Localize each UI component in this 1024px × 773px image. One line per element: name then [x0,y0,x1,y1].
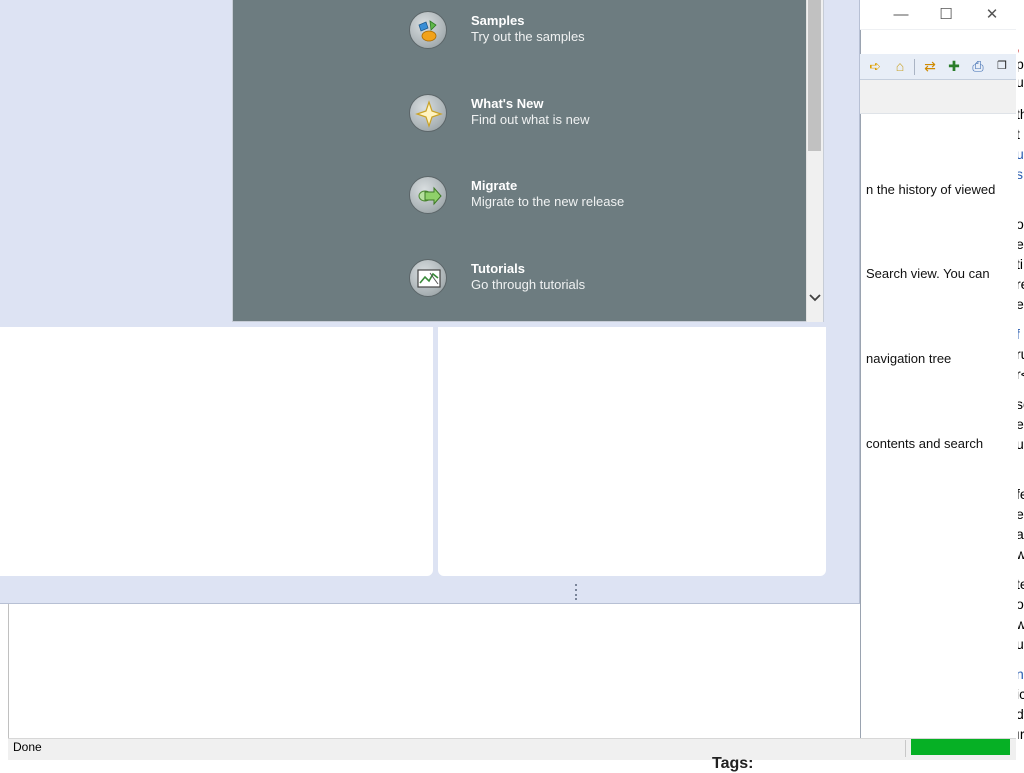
right-panel [438,327,826,576]
restore-view-icon[interactable]: ❐ [993,57,1011,75]
tags-label: Tags: [712,755,754,772]
add-bookmark-icon[interactable]: ✚ [945,57,963,75]
scrollbar-thumb[interactable] [808,0,821,151]
help-toolbar: ➪ ⌂ ⇄ ✚ ⎙ ❐ [860,54,1016,80]
chevron-down-icon[interactable] [806,287,823,307]
whats-new-icon [409,94,447,132]
help-text-line: n the history of viewed [866,182,996,197]
welcome-page: Samples Try out the samples What's New F… [232,0,824,322]
item-description: Go through tutorials [471,277,586,292]
progress-bar [911,739,1010,755]
help-text-line: Search view. You can [866,266,990,281]
left-panel [0,327,433,576]
help-text-line: contents and search [866,436,984,451]
migrate-icon [409,176,447,214]
item-title: Migrate [471,178,518,193]
maximize-button[interactable]: ☐ [935,4,957,26]
item-title: What's New [471,96,544,111]
tutorials-icon [409,259,447,297]
help-subheader [860,80,1016,114]
item-description: Try out the samples [471,29,585,44]
sync-toc-icon[interactable]: ⇄ [921,57,939,75]
window-border [8,604,9,760]
toolbar-separator [914,59,915,75]
item-description: Migrate to the new release [471,194,625,209]
home-icon[interactable]: ⌂ [891,57,909,75]
item-title: Tutorials [471,261,525,276]
help-window [860,0,1018,760]
help-text-line: navigation tree [866,351,952,366]
item-title: Samples [471,13,525,28]
samples-icon [409,11,447,49]
print-icon[interactable]: ⎙ [969,57,987,75]
close-button[interactable]: ✕ [981,4,1003,26]
item-description: Find out what is new [471,112,590,127]
status-text: Done [13,740,42,754]
minimize-button[interactable]: — [890,4,912,26]
status-bar [8,738,1016,760]
sash-handle[interactable] [574,583,578,601]
forward-arrow-icon[interactable]: ➪ [866,57,884,75]
status-separator [905,740,906,757]
help-titlebar: — ☐ ✕ [860,0,1016,30]
